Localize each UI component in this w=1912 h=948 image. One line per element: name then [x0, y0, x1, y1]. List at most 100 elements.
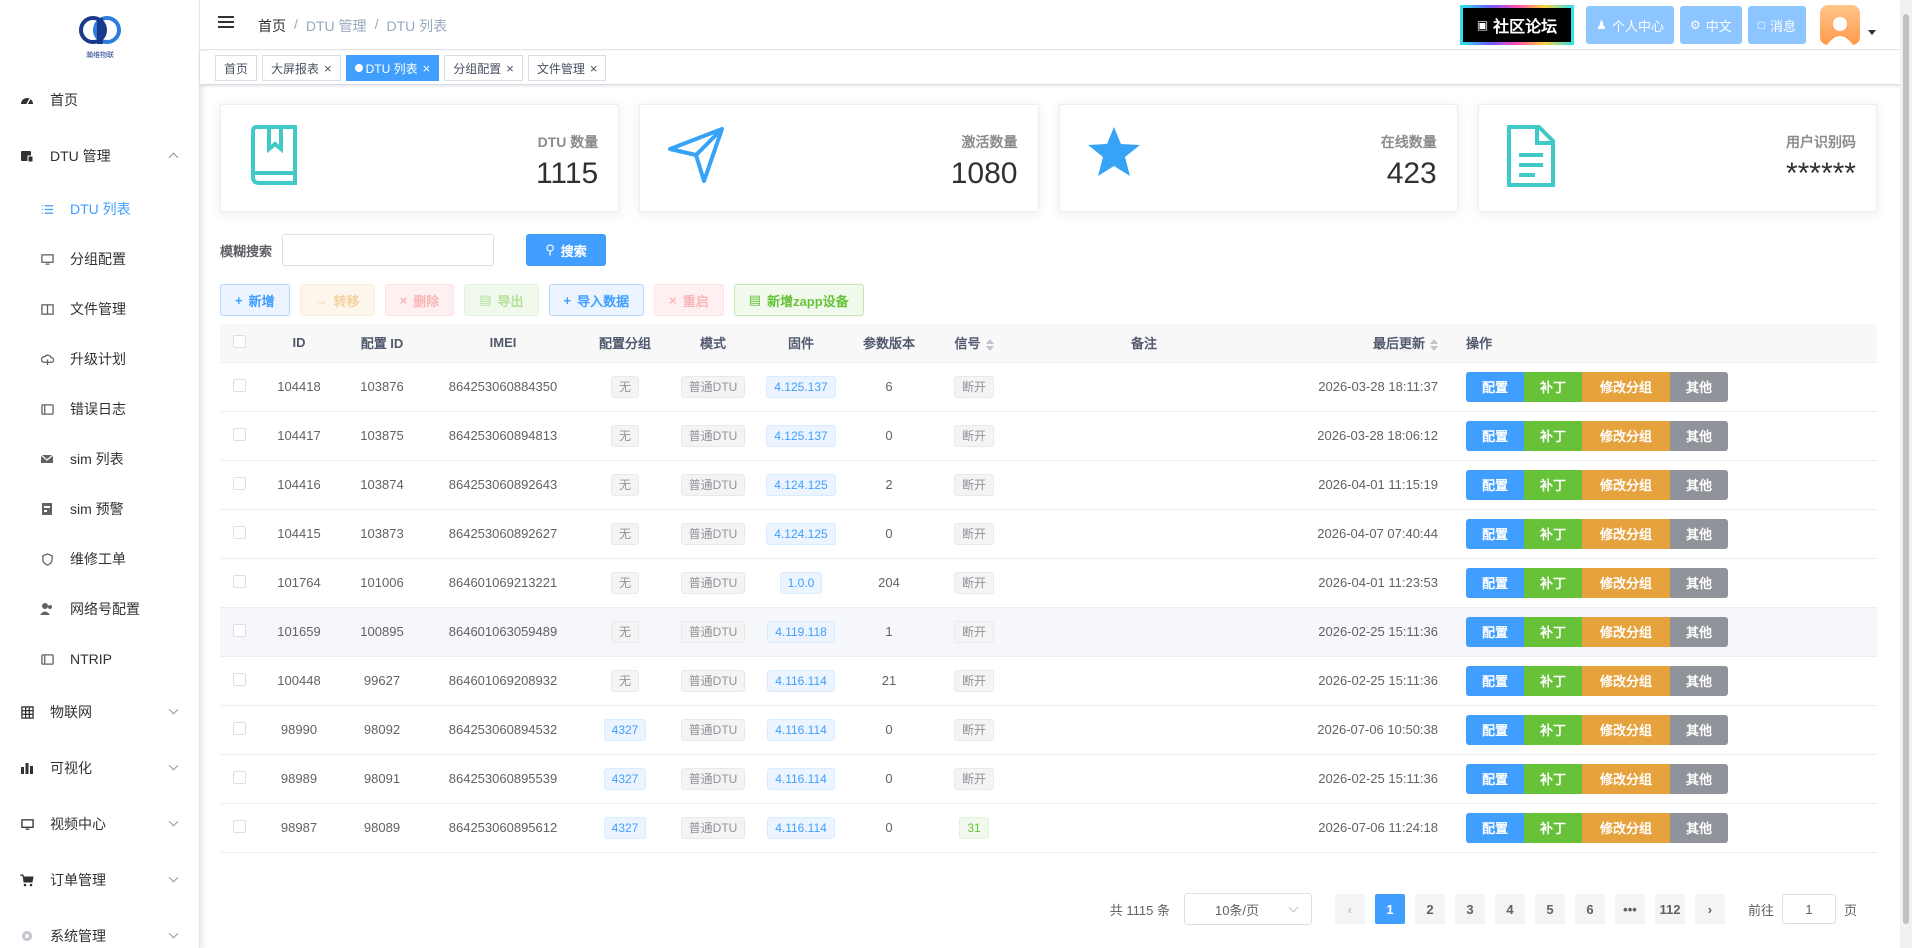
- table-row[interactable]: 98990 98092 864253060894532 4327 普通DTU 4…: [220, 705, 1877, 755]
- table-row[interactable]: 98989 98091 864253060895539 4327 普通DTU 4…: [220, 754, 1877, 804]
- stat-card[interactable]: 用户识别码 ******: [1477, 104, 1877, 212]
- sidebar-item[interactable]: 物联网: [0, 684, 199, 740]
- close-icon[interactable]: ×: [506, 61, 514, 76]
- table-row[interactable]: 101659 100895 864601063059489 无 普通DTU 4.…: [220, 607, 1877, 657]
- sort-icon[interactable]: [1430, 338, 1438, 351]
- other-button[interactable]: 其他: [1670, 518, 1728, 549]
- config-button[interactable]: 配置: [1466, 665, 1524, 696]
- language-button[interactable]: ⚙ 中文: [1679, 6, 1742, 44]
- row-checkbox[interactable]: [232, 770, 246, 784]
- other-button[interactable]: 其他: [1670, 469, 1728, 500]
- avatar[interactable]: [1820, 5, 1860, 45]
- tab-tag[interactable]: 大屏报表 ×: [262, 55, 341, 81]
- patch-button[interactable]: 补丁: [1524, 812, 1582, 843]
- tab-tag[interactable]: DTU 列表 ×: [345, 55, 440, 81]
- edit-group-button[interactable]: 修改分组: [1582, 469, 1670, 500]
- tab-tag[interactable]: 首页: [215, 55, 258, 81]
- add-button[interactable]: + 新增: [220, 284, 290, 316]
- table-row[interactable]: 104416 103874 864253060892643 无 普通DTU 4.…: [220, 460, 1877, 510]
- sort-icon[interactable]: [985, 338, 994, 351]
- more-pages-icon[interactable]: •••: [1614, 894, 1645, 924]
- patch-button[interactable]: 补丁: [1524, 518, 1582, 549]
- page-scrollbar[interactable]: [1900, 0, 1912, 948]
- edit-group-button[interactable]: 修改分组: [1582, 763, 1670, 794]
- edit-group-button[interactable]: 修改分组: [1582, 420, 1670, 451]
- page-button[interactable]: 3: [1454, 894, 1485, 924]
- table-row[interactable]: 104418 103876 864253060884350 无 普通DTU 4.…: [220, 362, 1877, 412]
- edit-group-button[interactable]: 修改分组: [1582, 567, 1670, 598]
- table-row[interactable]: 104417 103875 864253060894813 无 普通DTU 4.…: [220, 411, 1877, 461]
- config-button[interactable]: 配置: [1466, 616, 1524, 647]
- sidebar-item[interactable]: DTU 列表: [0, 184, 199, 234]
- patch-button[interactable]: 补丁: [1524, 763, 1582, 794]
- page-button[interactable]: 1: [1374, 894, 1405, 924]
- sidebar-item[interactable]: 可视化: [0, 740, 199, 796]
- export-button[interactable]: ▤ 导出: [464, 284, 539, 316]
- other-button[interactable]: 其他: [1670, 420, 1728, 451]
- patch-button[interactable]: 补丁: [1524, 469, 1582, 500]
- other-button[interactable]: 其他: [1670, 714, 1728, 745]
- sidebar-item[interactable]: sim 列表: [0, 434, 199, 484]
- logo[interactable]: 瀚维物联: [0, 0, 199, 72]
- transfer-button[interactable]: → 转移: [299, 284, 375, 316]
- config-button[interactable]: 配置: [1466, 420, 1524, 451]
- patch-button[interactable]: 补丁: [1524, 567, 1582, 598]
- sidebar-item[interactable]: 文件管理: [0, 284, 199, 334]
- col-signal[interactable]: 信号: [934, 324, 1014, 363]
- row-checkbox[interactable]: [232, 427, 246, 441]
- config-button[interactable]: 配置: [1466, 469, 1524, 500]
- table-row[interactable]: 100448 99627 864601069208932 无 普通DTU 4.1…: [220, 656, 1877, 706]
- table-row[interactable]: 104415 103873 864253060892627 无 普通DTU 4.…: [220, 509, 1877, 559]
- close-icon[interactable]: ×: [423, 61, 431, 76]
- sidebar-item[interactable]: 视频中心: [0, 796, 199, 852]
- other-button[interactable]: 其他: [1670, 616, 1728, 647]
- stat-card[interactable]: DTU 数量 1115: [220, 104, 620, 212]
- row-checkbox[interactable]: [232, 623, 246, 637]
- sidebar-item[interactable]: 维修工单: [0, 534, 199, 584]
- close-icon[interactable]: ×: [590, 61, 598, 76]
- select-all-checkbox[interactable]: [232, 334, 246, 348]
- page-button[interactable]: 5: [1534, 894, 1565, 924]
- table-row[interactable]: 101764 101006 864601069213221 无 普通DTU 1.…: [220, 558, 1877, 608]
- patch-button[interactable]: 补丁: [1524, 371, 1582, 402]
- sidebar-item[interactable]: 升级计划: [0, 334, 199, 384]
- search-button[interactable]: ⚲ 搜索: [526, 234, 607, 266]
- delete-button[interactable]: × 删除: [384, 284, 455, 316]
- tab-tag[interactable]: 分组配置 ×: [444, 55, 523, 81]
- edit-group-button[interactable]: 修改分组: [1582, 812, 1670, 843]
- row-checkbox[interactable]: [232, 721, 246, 735]
- other-button[interactable]: 其他: [1670, 371, 1728, 402]
- patch-button[interactable]: 补丁: [1524, 714, 1582, 745]
- edit-group-button[interactable]: 修改分组: [1582, 665, 1670, 696]
- row-checkbox[interactable]: [232, 476, 246, 490]
- search-input[interactable]: [282, 234, 495, 266]
- config-button[interactable]: 配置: [1466, 371, 1524, 402]
- hamburger-icon[interactable]: [218, 16, 234, 30]
- stat-card[interactable]: 在线数量 423: [1058, 104, 1458, 212]
- col-updated[interactable]: 最后更新: [1274, 324, 1444, 363]
- page-button[interactable]: 4: [1494, 894, 1525, 924]
- row-checkbox[interactable]: [232, 525, 246, 539]
- page-button[interactable]: 112: [1654, 894, 1685, 924]
- sidebar-item[interactable]: 网络号配置: [0, 584, 199, 634]
- config-button[interactable]: 配置: [1466, 518, 1524, 549]
- page-size-select[interactable]: 10条/页: [1183, 893, 1312, 925]
- patch-button[interactable]: 补丁: [1524, 665, 1582, 696]
- sidebar-item[interactable]: 首页: [0, 72, 199, 128]
- sidebar-item[interactable]: 订单管理: [0, 852, 199, 908]
- tab-tag[interactable]: 文件管理 ×: [527, 55, 607, 81]
- table-row[interactable]: 98987 98089 864253060895612 4327 普通DTU 4…: [220, 803, 1877, 853]
- add-zapp-button[interactable]: ▤ 新增zapp设备: [733, 284, 864, 316]
- patch-button[interactable]: 补丁: [1524, 616, 1582, 647]
- row-checkbox[interactable]: [232, 378, 246, 392]
- prev-page-button[interactable]: ‹: [1334, 894, 1365, 924]
- other-button[interactable]: 其他: [1670, 763, 1728, 794]
- row-checkbox[interactable]: [232, 672, 246, 686]
- patch-button[interactable]: 补丁: [1524, 420, 1582, 451]
- close-icon[interactable]: ×: [324, 61, 332, 76]
- page-button[interactable]: 2: [1414, 894, 1445, 924]
- config-button[interactable]: 配置: [1466, 812, 1524, 843]
- edit-group-button[interactable]: 修改分组: [1582, 518, 1670, 549]
- personal-center-button[interactable]: ♟ 个人中心: [1586, 6, 1674, 44]
- scrollbar-thumb[interactable]: [1903, 14, 1909, 924]
